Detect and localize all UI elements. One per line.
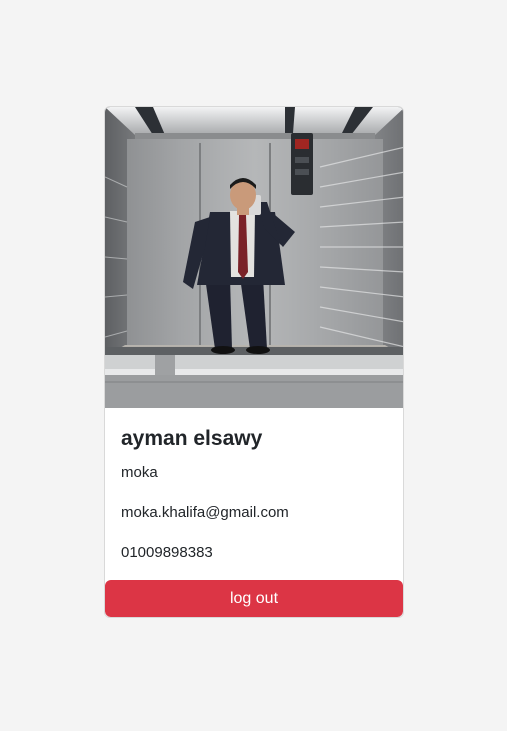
profile-phone: 01009898383 xyxy=(121,544,213,561)
profile-name: ayman elsawy xyxy=(121,427,263,450)
profile-photo xyxy=(105,107,403,408)
profile-details: ayman elsawy moka moka.khalifa@gmail.com… xyxy=(121,425,387,563)
elevator-selfie-image xyxy=(105,107,403,408)
profile-email: moka.khalifa@gmail.com xyxy=(121,504,289,521)
logout-button[interactable]: log out xyxy=(105,580,403,617)
profile-username: moka xyxy=(121,464,158,481)
profile-card: ayman elsawy moka moka.khalifa@gmail.com… xyxy=(104,106,404,618)
